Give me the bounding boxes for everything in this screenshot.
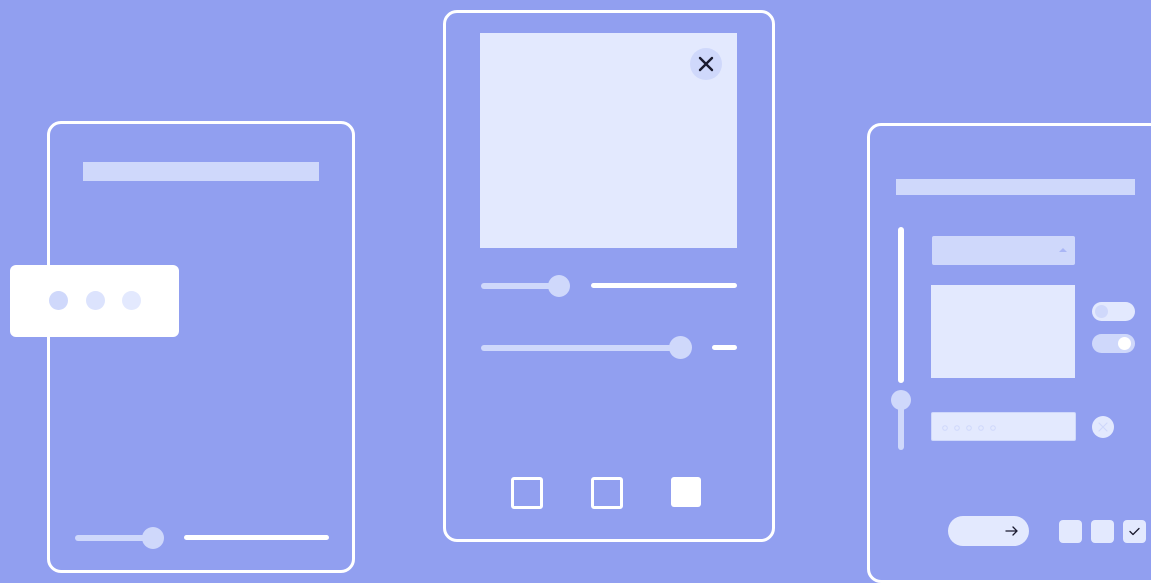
popup-dot-2 [86, 291, 105, 310]
right-checkbox-3-checked[interactable] [1123, 520, 1146, 543]
center-slider-2-track[interactable] [481, 345, 681, 351]
checkbox-1[interactable] [511, 477, 543, 509]
close-icon [698, 56, 714, 72]
left-card [47, 121, 355, 573]
toggle-2-knob [1118, 337, 1131, 350]
vertical-slider-track-filled[interactable] [898, 227, 904, 383]
clear-icon [1098, 422, 1108, 432]
next-button[interactable] [948, 516, 1029, 546]
caret-up-icon [1059, 248, 1067, 252]
checkbox-2[interactable] [591, 477, 623, 509]
password-input[interactable] [931, 412, 1076, 441]
center-slider-1-remaining [591, 283, 737, 288]
right-checkbox-1[interactable] [1059, 520, 1082, 543]
text-area-placeholder[interactable] [931, 285, 1075, 378]
center-slider-1-thumb[interactable] [548, 275, 570, 297]
left-slider-thumb[interactable] [142, 527, 164, 549]
left-slider-remaining [184, 535, 329, 540]
center-slider-2-remaining [712, 345, 737, 350]
left-card-title-placeholder [83, 162, 319, 181]
right-checkbox-2[interactable] [1091, 520, 1114, 543]
popup-dot-3 [122, 291, 141, 310]
right-card-title-placeholder [896, 179, 1135, 195]
popup-dot-1 [49, 291, 68, 310]
arrow-right-icon [1005, 526, 1018, 536]
dropdown[interactable] [932, 236, 1075, 265]
close-button[interactable] [690, 48, 722, 80]
checkbox-3-checked[interactable] [671, 477, 701, 507]
clear-button[interactable] [1092, 416, 1114, 438]
center-slider-2-thumb[interactable] [669, 336, 692, 359]
toggle-1-off[interactable] [1092, 302, 1135, 321]
password-dots [942, 425, 996, 431]
check-icon [1129, 527, 1140, 536]
toggle-1-knob [1095, 305, 1108, 318]
toggle-2-on[interactable] [1092, 334, 1135, 353]
vertical-slider-thumb[interactable] [891, 390, 911, 410]
